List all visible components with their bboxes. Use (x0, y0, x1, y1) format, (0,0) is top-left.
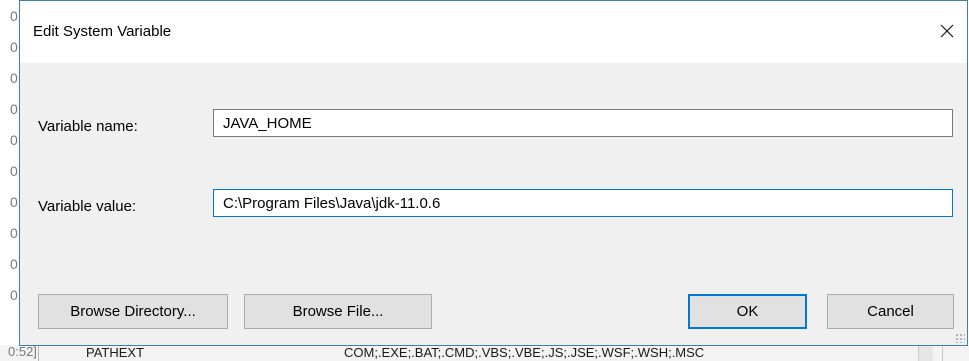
background-variable-name: PATHEXT (86, 345, 145, 360)
background-cell: 0 (10, 8, 18, 24)
background-cell: 0 (10, 101, 18, 117)
background-cell: 0:52] (8, 345, 37, 359)
variable-value-label: Variable value: (38, 198, 137, 215)
variable-name-input[interactable] (213, 109, 953, 137)
close-button[interactable] (927, 15, 967, 47)
background-scrollbar[interactable] (918, 345, 933, 361)
dialog-title: Edit System Variable (33, 23, 172, 40)
background-cell: 0 (10, 256, 18, 272)
background-cell: 0 (10, 287, 18, 303)
background-cell: 0 (10, 132, 18, 148)
browse-file-button[interactable]: Browse File... (244, 294, 432, 329)
background-table-row: 0:52] PATHEXT COM;.EXE;.BAT;.CMD;.VBS;.V… (0, 345, 969, 361)
background-cell: 0 (10, 39, 18, 55)
resize-grip[interactable] (955, 333, 965, 343)
ok-button[interactable]: OK (688, 294, 807, 329)
cancel-button[interactable]: Cancel (827, 294, 954, 329)
background-cell: 0 (10, 194, 18, 210)
background-cell: 0 (10, 163, 18, 179)
title-bar[interactable]: Edit System Variable (20, 1, 967, 63)
column-separator (38, 345, 39, 361)
background-cell: 0 (10, 70, 18, 86)
background-variable-value: COM;.EXE;.BAT;.CMD;.VBS;.VBE;.JS;.JSE;.W… (344, 345, 705, 360)
edit-system-variable-dialog: Edit System Variable Variable name: Vari… (19, 0, 968, 346)
variable-value-input[interactable] (213, 189, 953, 217)
close-icon (940, 24, 954, 38)
column-separator (942, 345, 943, 361)
browse-directory-button[interactable]: Browse Directory... (38, 294, 228, 329)
variable-name-label: Variable name: (38, 118, 138, 135)
background-cell: 0 (10, 225, 18, 241)
